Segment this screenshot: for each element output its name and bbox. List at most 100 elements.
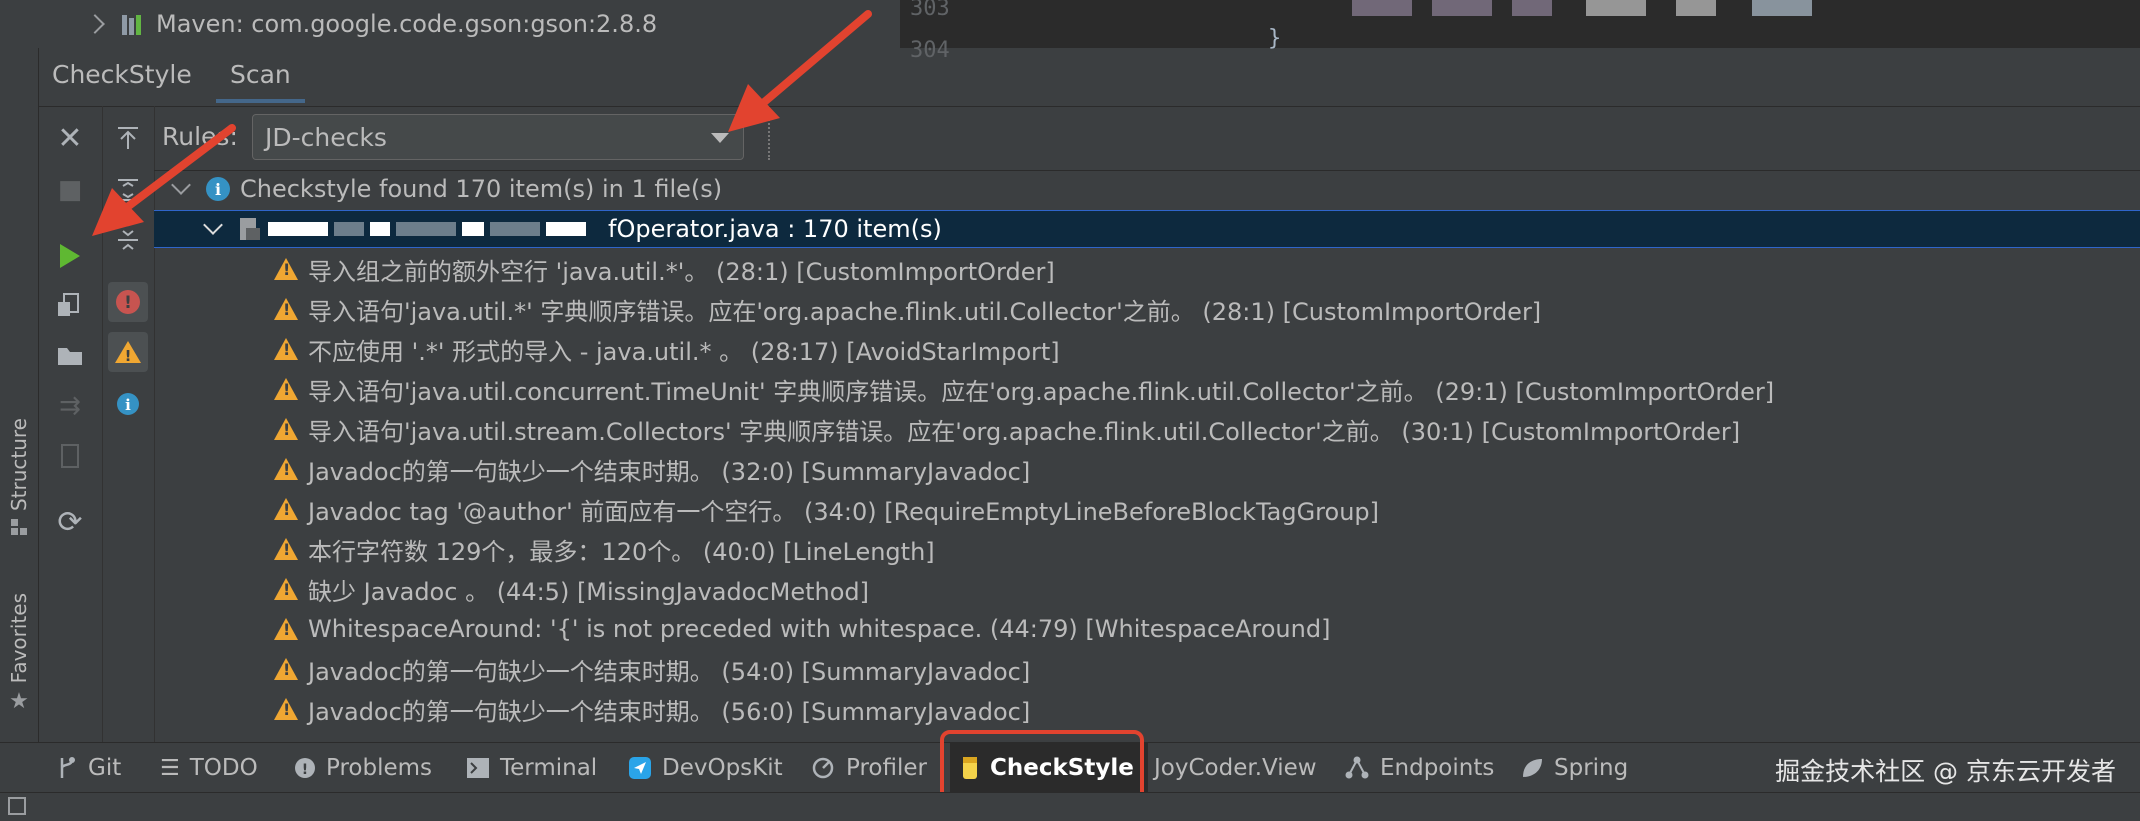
bottom-tab-joycoder-view[interactable]: JoyCoder.View — [1154, 743, 1317, 793]
issue-label: 导入语句'java.util.stream.Collectors' 字典顺序错误… — [308, 417, 1741, 446]
folder-icon — [58, 348, 82, 365]
warning-icon — [274, 538, 298, 560]
toolbar-separator — [768, 116, 772, 160]
file-icon — [61, 444, 79, 468]
blurred-code — [1752, 0, 1812, 16]
arrow-up-bar-icon — [118, 127, 138, 149]
issue-row[interactable]: 导入语句'java.util.concurrent.TimeUnit' 字典顺序… — [154, 370, 2140, 408]
issue-row[interactable]: 不应使用 '.*' 形式的导入 - java.util.* 。 (28:17) … — [154, 330, 2140, 368]
filter-info-button[interactable]: i — [108, 384, 148, 424]
file-label: fOperator.java : 170 item(s) — [608, 215, 942, 243]
module-icon — [58, 293, 79, 316]
tree-file-row[interactable]: fOperator.java : 170 item(s) — [154, 210, 2140, 248]
collapse-icon — [118, 230, 138, 250]
close-icon[interactable]: ✕ — [50, 118, 90, 158]
chevron-down-icon[interactable] — [711, 133, 729, 143]
toggle-tool-windows-icon[interactable] — [8, 797, 26, 815]
run-check-button[interactable] — [50, 236, 90, 276]
expand-all-icon[interactable] — [108, 170, 148, 210]
issue-row[interactable]: 本行字符数 129个，最多：120个。 (40:0) [LineLength] — [154, 530, 2140, 568]
expand-icon — [118, 179, 138, 201]
svg-text:!: ! — [125, 347, 132, 365]
check-project-button[interactable] — [50, 336, 90, 376]
favorites-label: Favorites — [7, 593, 31, 684]
issue-row[interactable]: WhitespaceAround: '{' is not preceded wi… — [154, 610, 2140, 648]
warning-icon — [274, 498, 298, 520]
issue-label: Javadoc tag '@author' 前面应有一个空行。 (34:0) [… — [308, 497, 1379, 526]
warning-icon — [274, 698, 298, 720]
left-tool-strip: Structure Favorites ★ — [0, 48, 39, 792]
chevron-right-icon[interactable] — [85, 14, 105, 34]
issue-row[interactable]: Javadoc tag '@author' 前面应有一个空行。 (34:0) [… — [154, 490, 2140, 528]
info-icon: i — [206, 177, 230, 201]
issue-row[interactable]: Javadoc的第一句缺少一个结束时期。 (56:0) [SummaryJava… — [154, 690, 2140, 728]
bottom-tab-label: JoyCoder.View — [1154, 755, 1317, 781]
chevron-down-icon[interactable] — [203, 215, 223, 235]
issue-label: Javadoc的第一句缺少一个结束时期。 (56:0) [SummaryJava… — [308, 697, 1031, 726]
issue-row[interactable]: Javadoc的第一句缺少一个结束时期。 (54:0) [SummaryJava… — [154, 650, 2140, 688]
check-changed-button[interactable]: ⇉ — [50, 386, 90, 426]
spring-icon — [1523, 759, 1542, 777]
issue-label: 导入语句'java.util.concurrent.TimeUnit' 字典顺序… — [308, 377, 1775, 406]
bottom-tab-terminal[interactable]: Terminal — [466, 743, 597, 793]
issue-row[interactable]: 导入语句'java.util.*' 字典顺序错误。应在'org.apache.f… — [154, 290, 2140, 328]
issue-row[interactable]: 缺少 Javadoc 。 (44:5) [MissingJavadocMetho… — [154, 570, 2140, 608]
issue-label: 缺少 Javadoc 。 (44:5) [MissingJavadocMetho… — [308, 577, 869, 606]
check-file-button[interactable] — [50, 436, 90, 476]
endpoints-icon — [1345, 756, 1369, 779]
toolbar-primary: ✕ ■ ⇉ ⟳ — [38, 106, 103, 742]
bottom-tab-todo[interactable]: ☰ TODO — [160, 743, 258, 793]
check-module-button[interactable] — [50, 286, 90, 326]
bottom-tab-devopskit[interactable]: DevOpsKit — [628, 743, 783, 793]
collapse-all-icon[interactable] — [108, 220, 148, 260]
stop-icon[interactable]: ■ — [50, 170, 90, 210]
tree-summary-row[interactable]: i Checkstyle found 170 item(s) in 1 file… — [154, 170, 2140, 208]
warning-icon — [274, 418, 298, 440]
structure-tab[interactable]: Structure — [0, 418, 38, 537]
line-number: 303 — [910, 0, 950, 21]
bottom-tab-endpoints[interactable]: Endpoints — [1344, 743, 1494, 793]
bottom-tab-label: Spring — [1554, 755, 1629, 781]
devops-icon — [629, 757, 651, 779]
filter-warnings-button[interactable]: ! — [108, 332, 148, 372]
issue-row[interactable]: 导入语句'java.util.stream.Collectors' 字典顺序错误… — [154, 410, 2140, 448]
bottom-tab-problems[interactable]: ! Problems — [294, 743, 432, 793]
play-icon — [60, 244, 80, 268]
bottom-tab-label: Endpoints — [1380, 755, 1495, 781]
chevron-down-icon[interactable] — [171, 175, 191, 195]
git-branch-icon — [60, 757, 75, 778]
blurred-code — [1586, 0, 1646, 16]
scroll-to-source-icon[interactable] — [108, 118, 148, 158]
filter-errors-button[interactable]: ! — [108, 282, 148, 322]
refresh-icon[interactable]: ⟳ — [50, 502, 90, 542]
tab-scan[interactable]: Scan — [216, 60, 305, 103]
error-icon: ! — [116, 290, 140, 314]
rules-row: Rules: JD-checks — [154, 106, 2140, 171]
bottom-tab-git[interactable]: Git — [56, 743, 121, 793]
issue-row[interactable]: 导入组之前的额外空行 'java.util.*'。 (28:1) [Custom… — [154, 250, 2140, 288]
tab-checkstyle[interactable]: CheckStyle — [52, 60, 192, 89]
issue-row[interactable]: Javadoc的第一句缺少一个结束时期。 (32:0) [SummaryJava… — [154, 450, 2140, 488]
bottom-tab-label: Terminal — [500, 755, 598, 781]
tree-row-maven[interactable]: Maven: com.google.code.gson:gson:2.8.8 — [85, 8, 657, 40]
warning-icon — [274, 578, 298, 600]
bottom-tab-label: DevOpsKit — [662, 755, 783, 781]
code-editor[interactable]: 303 304 } — [900, 0, 2140, 63]
info-icon: i — [117, 393, 139, 415]
problems-icon: ! — [295, 758, 315, 778]
rules-selected-value: JD-checks — [265, 123, 387, 152]
issue-label: WhitespaceAround: '{' is not preceded wi… — [308, 615, 1331, 643]
rules-label: Rules: — [162, 122, 238, 151]
favorites-tab[interactable]: Favorites ★ — [0, 593, 38, 714]
warning-icon — [274, 618, 298, 640]
issue-label: Javadoc的第一句缺少一个结束时期。 (32:0) [SummaryJava… — [308, 457, 1031, 486]
bottom-tab-profiler[interactable]: Profiler — [812, 743, 927, 793]
bottom-tab-spring[interactable]: Spring — [1520, 743, 1628, 793]
issue-label: 不应使用 '.*' 形式的导入 - java.util.* 。 (28:17) … — [308, 337, 1060, 366]
warning-icon — [274, 658, 298, 680]
bottom-tab-label: Git — [88, 755, 122, 781]
results-tree[interactable]: i Checkstyle found 170 item(s) in 1 file… — [154, 170, 2140, 742]
rules-dropdown[interactable]: JD-checks — [252, 114, 744, 160]
star-icon: ★ — [9, 689, 29, 715]
structure-label: Structure — [7, 418, 31, 512]
